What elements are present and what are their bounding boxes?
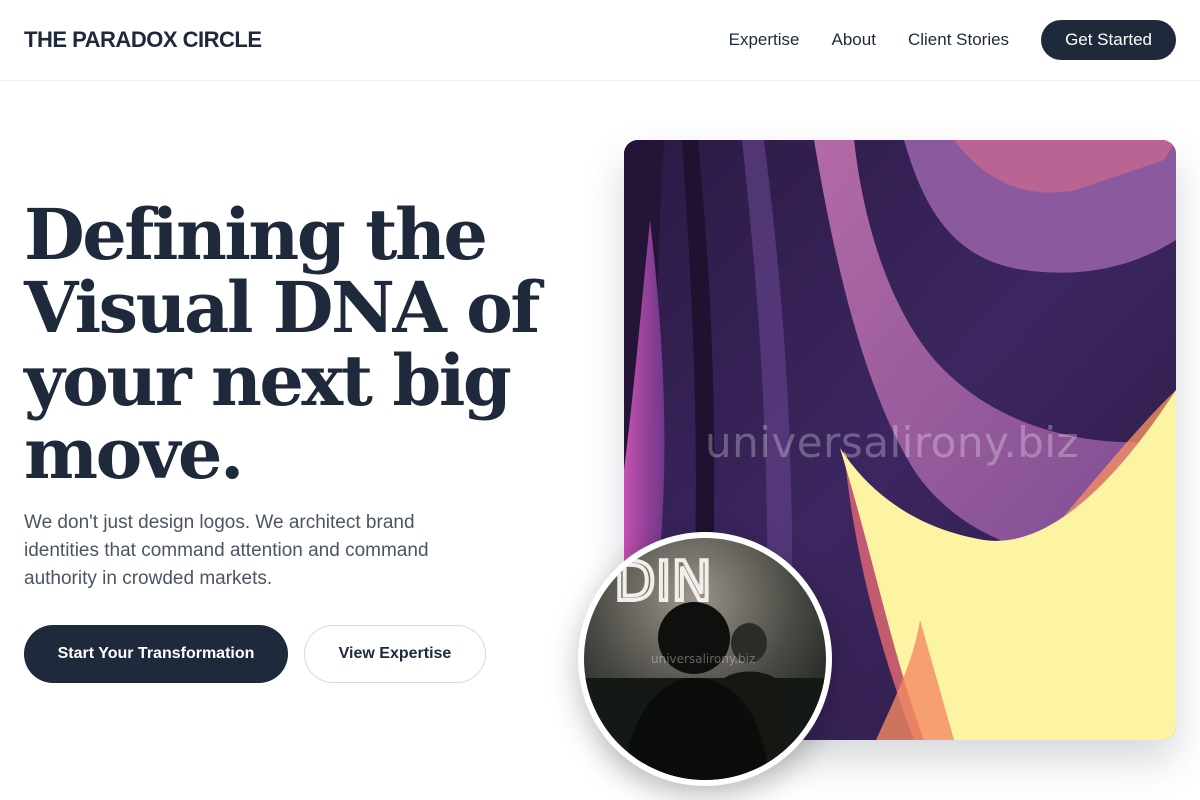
team-photo-frame: DIN universalirony.biz	[578, 532, 832, 786]
nav-link-client-stories[interactable]: Client Stories	[908, 20, 1009, 60]
hero-subtitle: We don't just design logos. We architect…	[24, 512, 429, 589]
hero-title: Defining the Visual DNA of your next big…	[24, 193, 540, 495]
get-started-button[interactable]: Get Started	[1041, 20, 1176, 60]
nav-link-about[interactable]: About	[832, 20, 876, 60]
view-expertise-button[interactable]: View Expertise	[304, 625, 486, 683]
team-photo: DIN universalirony.biz	[584, 538, 826, 780]
nav-link-expertise[interactable]: Expertise	[729, 20, 800, 60]
brand-logo[interactable]: THE PARADOX CIRCLE	[24, 27, 262, 53]
site-header: THE PARADOX CIRCLE Expertise About Clien…	[0, 0, 1200, 81]
main-nav: Expertise About Client Stories Get Start…	[729, 20, 1176, 60]
start-transformation-button[interactable]: Start Your Transformation	[24, 625, 288, 683]
watermark-large: universalirony.biz	[705, 418, 1080, 467]
watermark-small: universalirony.biz	[651, 652, 756, 666]
